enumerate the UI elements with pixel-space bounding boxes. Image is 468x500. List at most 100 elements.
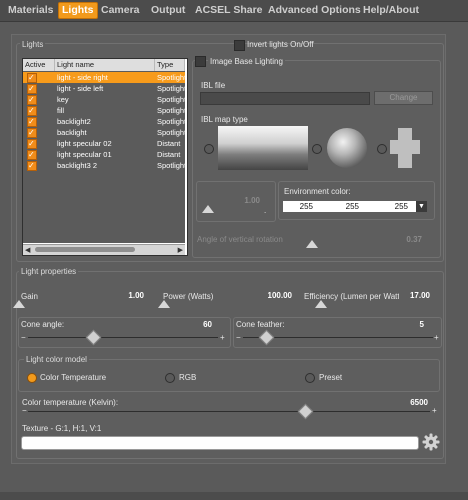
- lights-table: Active Light name Type light - side righ…: [22, 58, 188, 256]
- table-row[interactable]: light specular 01 Distant: [23, 149, 185, 160]
- cross-map-thumbnail-arms: [390, 140, 420, 154]
- scrollbar-thumb[interactable]: [35, 247, 135, 252]
- table-horizontal-scrollbar[interactable]: ◀ ▶: [23, 244, 185, 255]
- efficiency-value: 17.00: [409, 291, 430, 300]
- active-checkbox[interactable]: [27, 161, 37, 171]
- menu-output[interactable]: Output: [151, 4, 185, 16]
- column-header-light-name[interactable]: Light name: [55, 59, 155, 71]
- color-temp-track[interactable]: [28, 411, 430, 412]
- color-temp-increase[interactable]: +: [432, 406, 437, 415]
- light-type: Spotlight: [157, 117, 185, 126]
- invert-lights-checkbox[interactable]: [234, 40, 245, 51]
- env-color-red[interactable]: 255: [283, 201, 313, 212]
- ibl-file-field[interactable]: [200, 92, 370, 105]
- env-color-green[interactable]: 255: [325, 201, 359, 212]
- light-type: Spotlight: [157, 95, 185, 104]
- gain-slider-knob[interactable]: [13, 300, 25, 308]
- color-model-radio-rgb[interactable]: [165, 373, 175, 383]
- color-temp-label: Color temperature (Kelvin):: [22, 398, 119, 407]
- active-checkbox[interactable]: [27, 84, 37, 94]
- cone-angle-decrease[interactable]: −: [21, 333, 26, 342]
- column-header-type[interactable]: Type: [155, 59, 185, 71]
- lights-group-title: Lights: [20, 40, 46, 49]
- color-temp-value: 6500: [410, 398, 428, 407]
- table-row[interactable]: light - side right Spotlight: [23, 72, 185, 83]
- light-name: light - side left: [57, 84, 104, 93]
- menu-camera[interactable]: Camera: [101, 4, 140, 16]
- light-type: Spotlight: [157, 161, 185, 170]
- table-row[interactable]: light - side left Spotlight: [23, 83, 185, 94]
- active-checkbox[interactable]: [27, 150, 37, 160]
- cone-feather-value: 5: [419, 320, 424, 329]
- light-name: light - side right: [57, 73, 108, 82]
- ibl-intensity-slider-knob[interactable]: [202, 205, 214, 213]
- light-type: Spotlight: [157, 106, 185, 115]
- color-model-rgb-label: RGB: [179, 373, 197, 382]
- ibl-checkbox[interactable]: [195, 56, 206, 67]
- ibl-intensity-box: [196, 181, 276, 222]
- ibl-file-label: IBL file: [201, 81, 226, 90]
- angle-rotation-value: 0.37: [406, 235, 422, 244]
- light-type: Distant: [157, 150, 181, 159]
- ibl-map-type-label: IBL map type: [201, 115, 248, 124]
- efficiency-slider-knob[interactable]: [315, 300, 327, 308]
- column-header-active[interactable]: Active: [23, 59, 55, 71]
- scroll-left-icon[interactable]: ◀: [25, 246, 30, 254]
- ibl-group-title: Image Base Lighting: [208, 57, 285, 66]
- menu-lights[interactable]: Lights: [58, 2, 98, 19]
- table-row[interactable]: backlight2 Spotlight: [23, 116, 185, 127]
- light-type: Spotlight: [157, 128, 185, 137]
- light-type: Distant: [157, 139, 181, 148]
- menu-bar: Materials Lights Camera Output ACSEL Sha…: [0, 0, 468, 22]
- cone-feather-increase[interactable]: +: [434, 333, 439, 342]
- gear-icon[interactable]: [422, 433, 440, 451]
- light-name: backlight3 2: [57, 161, 98, 170]
- angle-rotation-slider-knob[interactable]: [306, 240, 318, 248]
- bottom-tab-strip: [0, 492, 468, 500]
- menu-materials[interactable]: Materials: [8, 4, 54, 16]
- ibl-map-radio-sphere[interactable]: [312, 144, 322, 154]
- color-model-radio-temperature[interactable]: [27, 373, 37, 383]
- active-checkbox[interactable]: [27, 128, 37, 138]
- ibl-map-radio-cross[interactable]: [377, 144, 387, 154]
- cone-angle-label: Cone angle:: [21, 320, 65, 329]
- light-name: fill: [57, 106, 65, 115]
- power-slider-knob[interactable]: [158, 300, 170, 308]
- active-checkbox[interactable]: [27, 95, 37, 105]
- menu-help-about[interactable]: Help/About: [363, 4, 419, 16]
- env-color-label: Environment color:: [284, 187, 351, 196]
- env-color-dropdown-icon[interactable]: ▼: [416, 201, 427, 212]
- color-model-radio-preset[interactable]: [305, 373, 315, 383]
- light-type: Spotlight: [157, 73, 185, 82]
- table-row[interactable]: light specular 02 Distant: [23, 138, 185, 149]
- cone-angle-track[interactable]: [28, 337, 218, 338]
- color-model-title: Light color model: [24, 355, 89, 364]
- scroll-right-icon[interactable]: ▶: [178, 246, 183, 254]
- panorama-map-thumbnail: [218, 126, 308, 170]
- ibl-map-radio-panorama[interactable]: [204, 144, 214, 154]
- active-checkbox[interactable]: [27, 106, 37, 116]
- change-button[interactable]: Change: [374, 91, 433, 105]
- table-row[interactable]: fill Spotlight: [23, 105, 185, 116]
- active-checkbox[interactable]: [27, 139, 37, 149]
- light-name: backlight2: [57, 117, 91, 126]
- active-checkbox[interactable]: [27, 117, 37, 127]
- light-name: key: [57, 95, 69, 104]
- dot-separator: .: [264, 206, 267, 215]
- cone-feather-decrease[interactable]: −: [236, 333, 241, 342]
- sphere-map-thumbnail: [327, 128, 367, 168]
- table-row[interactable]: backlight3 2 Spotlight: [23, 160, 185, 171]
- env-color-blue[interactable]: 255: [372, 201, 408, 212]
- menu-advanced-options[interactable]: Advanced Options: [268, 4, 361, 16]
- menu-acsel-share[interactable]: ACSEL Share: [195, 4, 263, 16]
- invert-lights-label: Invert lights On/Off: [247, 40, 314, 49]
- cone-angle-increase[interactable]: +: [220, 333, 225, 342]
- active-checkbox[interactable]: [27, 73, 37, 83]
- cone-angle-value: 60: [203, 320, 212, 329]
- texture-label: Texture - G:1, H:1, V:1: [22, 424, 102, 433]
- light-type: Spotlight: [157, 84, 185, 93]
- table-row[interactable]: key Spotlight: [23, 94, 185, 105]
- color-temp-decrease[interactable]: −: [22, 406, 27, 415]
- table-row[interactable]: backlight Spotlight: [23, 127, 185, 138]
- texture-field[interactable]: [21, 436, 419, 450]
